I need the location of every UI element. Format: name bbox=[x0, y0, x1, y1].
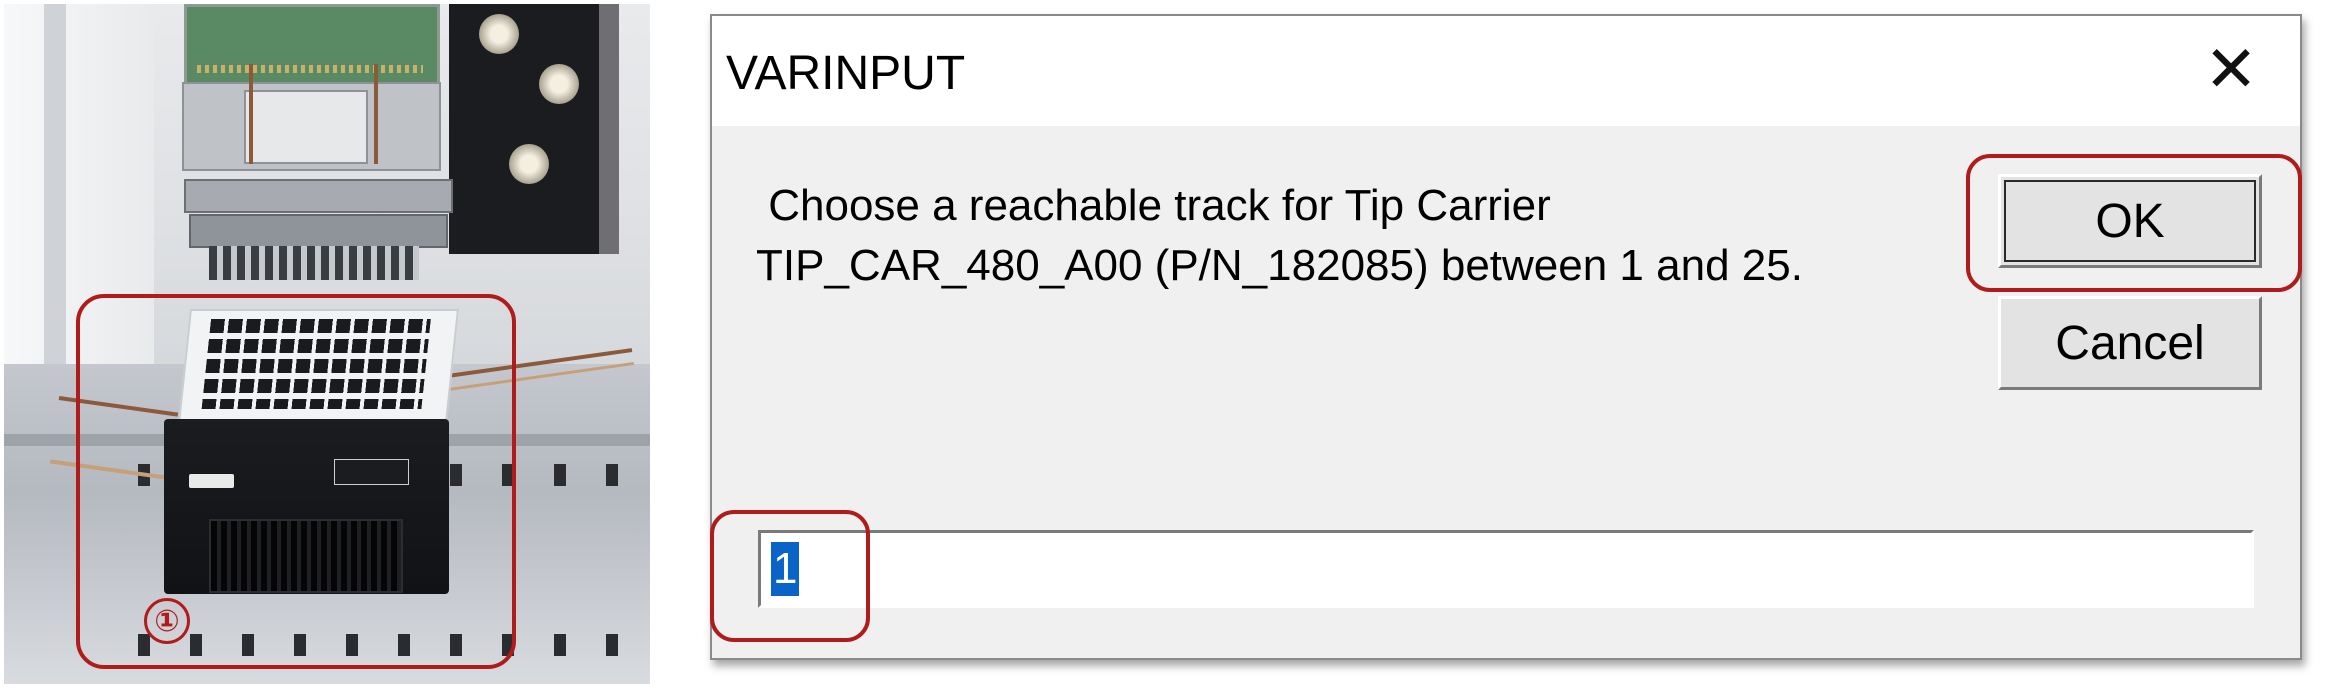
title-bar: VARINPUT ✕ bbox=[712, 16, 2300, 126]
carrier-highlight-box bbox=[76, 294, 516, 669]
pipetting-head-frame bbox=[182, 82, 441, 171]
dialog-message: Choose a reachable track for Tip Carrier… bbox=[756, 176, 1886, 296]
message-line-1: Choose a reachable track for Tip Carrier bbox=[756, 181, 1551, 230]
circuit-board bbox=[184, 4, 440, 90]
cable bbox=[249, 64, 253, 164]
cable bbox=[374, 64, 378, 164]
frame-window bbox=[244, 90, 368, 164]
pulley-wheel bbox=[509, 144, 549, 184]
pipetting-head-base bbox=[189, 214, 448, 248]
message-line-2: TIP_CAR_480_A00 (P/N_182085) between 1 a… bbox=[756, 241, 1803, 290]
ok-button[interactable]: OK bbox=[1998, 174, 2262, 268]
pulley-wheel bbox=[539, 64, 579, 104]
photo-support-bar bbox=[44, 4, 66, 364]
instrument-photo: ① bbox=[4, 4, 650, 684]
pulley-wheel bbox=[479, 14, 519, 54]
cancel-button[interactable]: Cancel bbox=[1998, 296, 2262, 390]
pipette-channels bbox=[209, 246, 419, 280]
input-selected-text: 1 bbox=[771, 542, 800, 596]
robot-arm-housing bbox=[449, 4, 619, 254]
track-number-input[interactable]: 1 bbox=[758, 530, 2254, 608]
pipetting-head bbox=[184, 179, 453, 213]
callout-marker: ① bbox=[144, 598, 190, 644]
arm-edge bbox=[599, 4, 619, 254]
varinput-dialog: VARINPUT ✕ Choose a reachable track for … bbox=[710, 14, 2302, 660]
close-icon[interactable]: ✕ bbox=[2200, 37, 2262, 101]
dialog-title: VARINPUT bbox=[726, 47, 966, 100]
